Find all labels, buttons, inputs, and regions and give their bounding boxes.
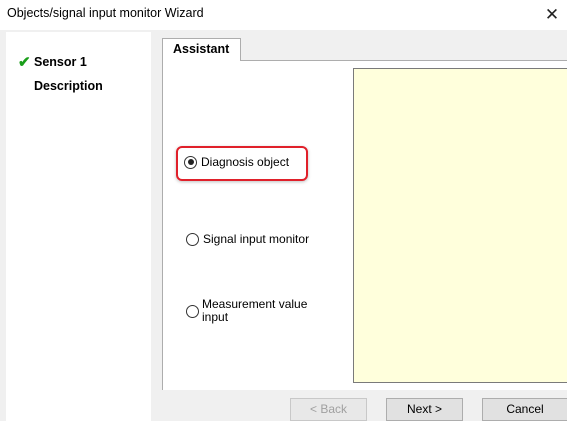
step-description[interactable]: Description	[34, 79, 103, 93]
option-label: Measurement value input	[202, 298, 307, 324]
window-title: Objects/signal input monitor Wizard	[7, 6, 204, 20]
option-label-line2: input	[202, 310, 229, 324]
option-label: Diagnosis object	[201, 155, 290, 169]
step-sensor-1[interactable]: Sensor 1	[34, 55, 87, 69]
radio-button-selected[interactable]	[184, 155, 197, 169]
cancel-button[interactable]: Cancel	[482, 398, 567, 421]
checkmark-icon: ✔	[18, 54, 31, 71]
signal-input-monitor-option[interactable]: Signal input monitor	[186, 232, 309, 246]
next-button[interactable]: Next >	[386, 398, 463, 421]
radio-button[interactable]	[186, 232, 199, 246]
title-bar: Objects/signal input monitor Wizard ✕	[0, 0, 567, 30]
close-icon[interactable]: ✕	[537, 0, 567, 30]
wizard-steps-sidebar: ✔ Sensor 1 Description	[6, 32, 151, 421]
tab-assistant[interactable]: Assistant	[162, 38, 241, 61]
measurement-value-input-option[interactable]: Measurement value input	[186, 298, 307, 324]
back-button[interactable]: < Back	[290, 398, 367, 421]
preview-area	[353, 68, 567, 383]
radio-button[interactable]	[186, 304, 199, 318]
option-label: Signal input monitor	[203, 232, 310, 246]
option-label-line1: Measurement value	[202, 297, 308, 311]
diagnosis-object-option[interactable]: Diagnosis object	[184, 155, 289, 169]
